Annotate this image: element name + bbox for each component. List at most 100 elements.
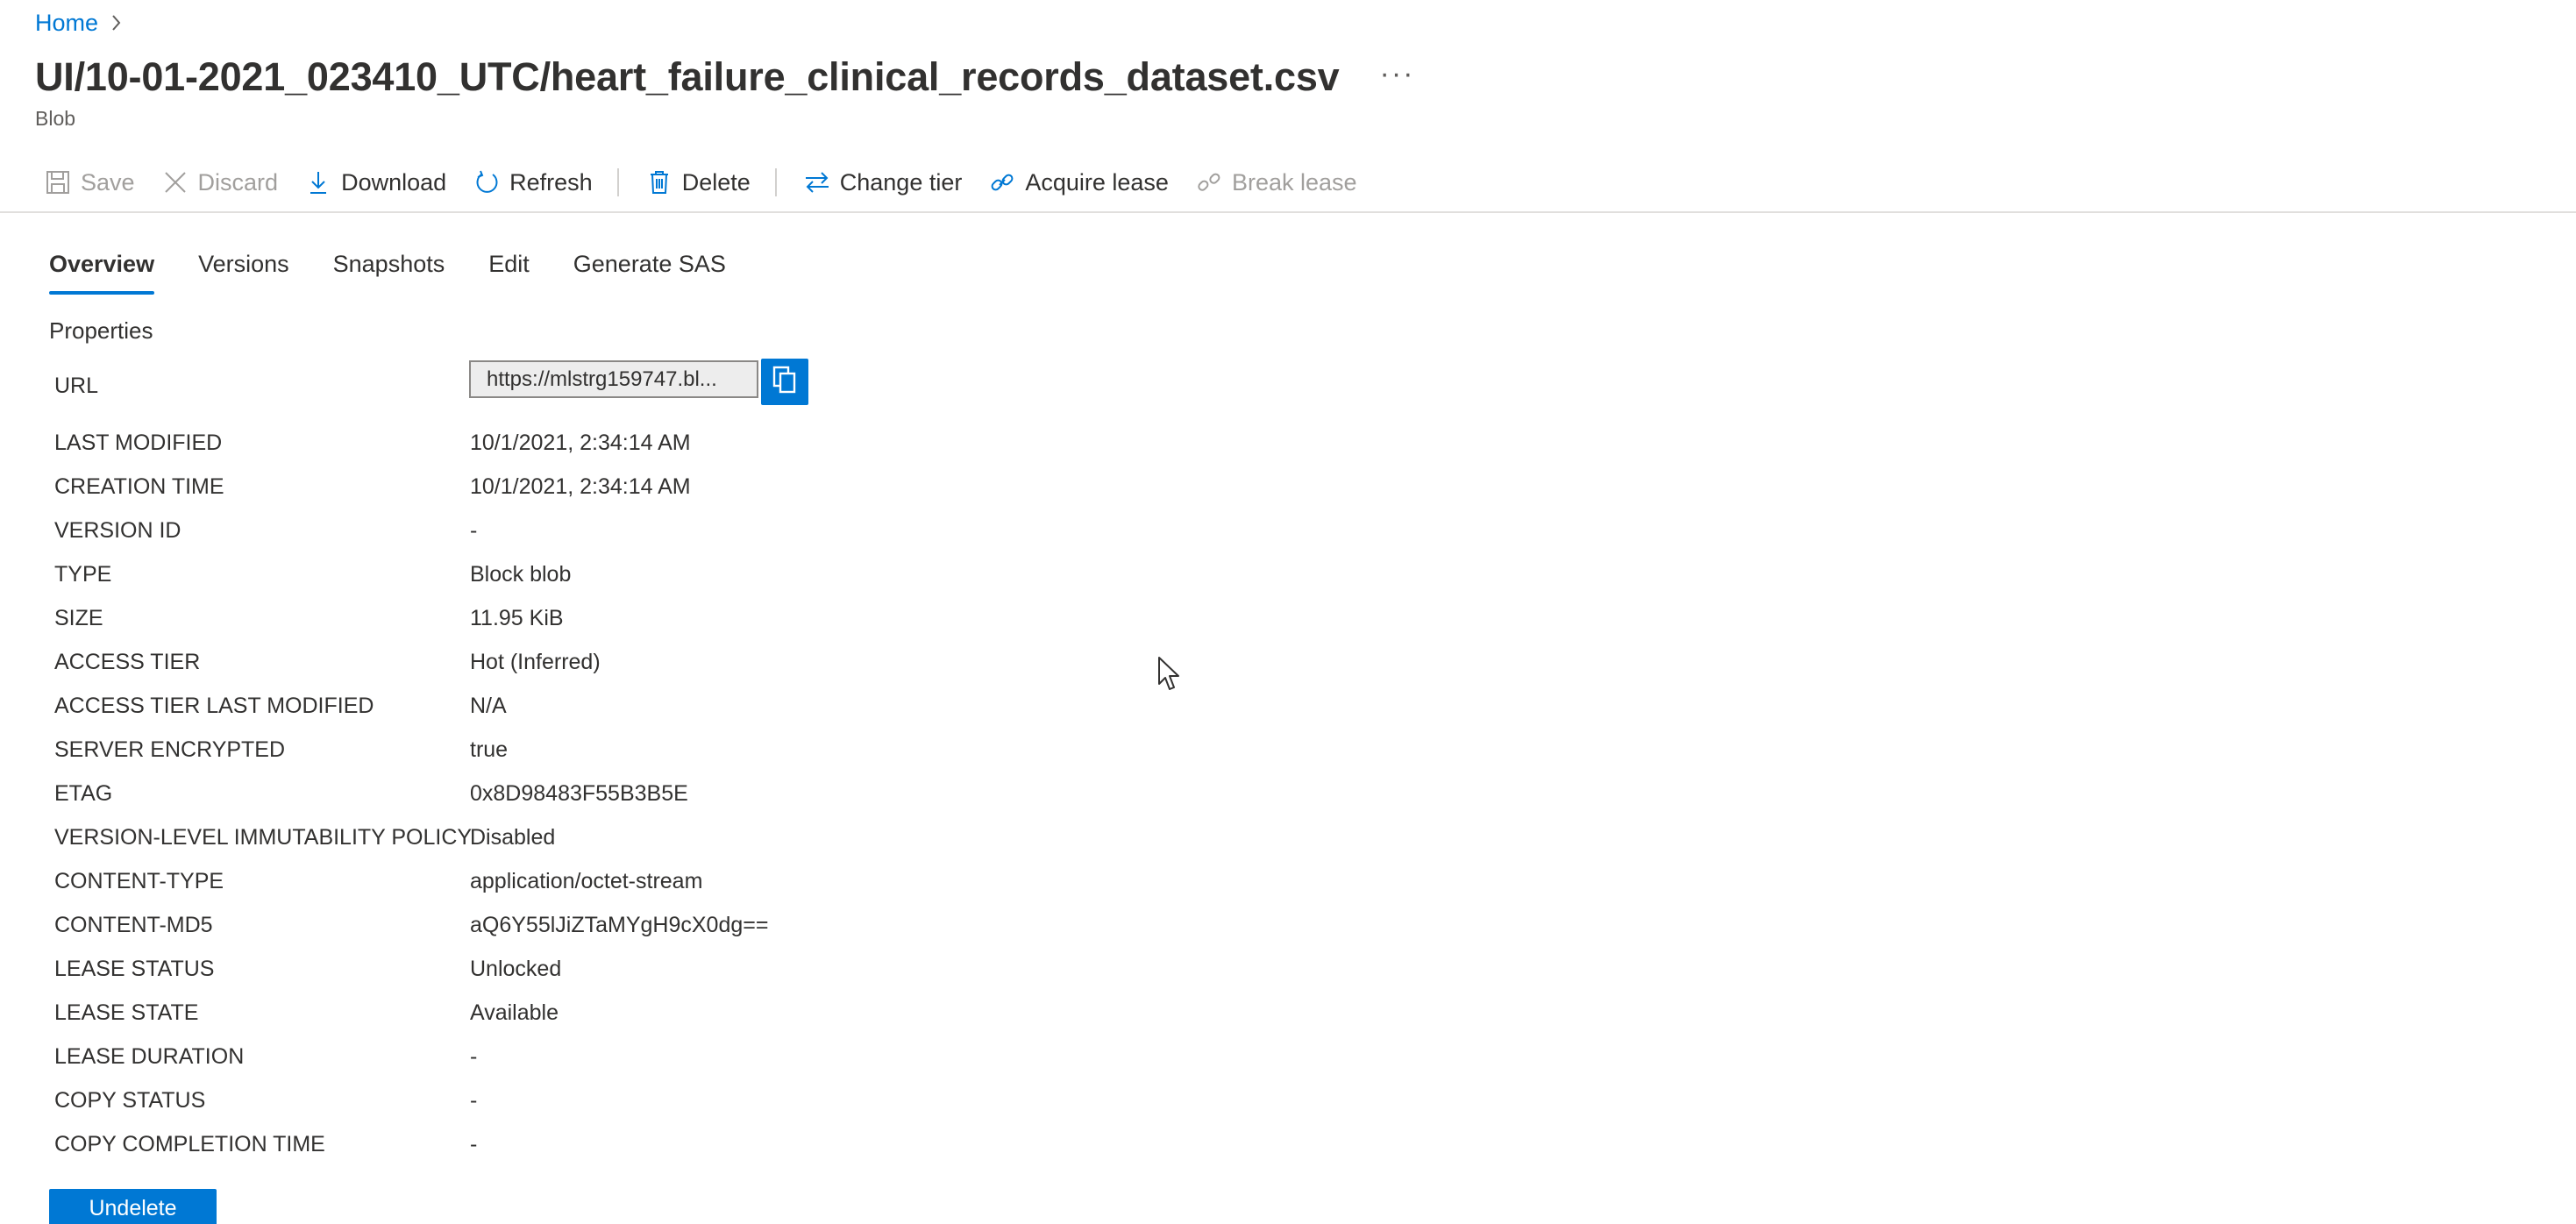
property-value: Disabled [470,824,556,850]
acquire-lease-icon [988,168,1016,196]
acquire-lease-label: Acquire lease [1025,168,1169,196]
property-row: ACCESS TIER Hot (Inferred) [54,640,768,684]
property-key: CREATION TIME [54,473,224,499]
tab-list: Overview Versions Snapshots Edit Generat… [49,247,770,295]
property-value: true [470,737,509,762]
url-label: URL [54,374,99,398]
breadcrumb-home-link[interactable]: Home [35,10,98,37]
property-key: ETAG [54,780,113,806]
save-label: Save [81,168,135,196]
toolbar-divider [774,168,777,196]
page-title: UI/10-01-2021_023410_UTC/heart_failure_c… [35,54,1340,99]
property-value: - [470,1131,478,1156]
property-key: LEASE STATE [54,1000,199,1025]
property-value: Available [470,1000,559,1025]
toolbar-divider-line [0,211,2576,213]
property-key: CONTENT-MD5 [54,912,213,937]
property-value: Hot (Inferred) [470,649,601,674]
property-value: 11.95 KiB [470,605,564,630]
property-row: LEASE STATE Available [54,991,768,1035]
property-value: Unlocked [470,956,562,981]
copy-icon [772,365,798,399]
tab-versions[interactable]: Versions [198,247,289,295]
property-key: ACCESS TIER [54,649,201,674]
breadcrumb: Home [35,7,123,39]
command-bar: Save Discard Download Refresh Delete Cha… [44,161,1384,203]
tab-edit[interactable]: Edit [488,247,530,295]
property-row: LAST MODIFIED 10/1/2021, 2:34:14 AM [54,421,768,465]
property-row: ACCESS TIER LAST MODIFIED N/A [54,684,768,728]
property-key: COPY STATUS [54,1087,206,1113]
tab-snapshots[interactable]: Snapshots [333,247,445,295]
property-key: COPY COMPLETION TIME [54,1131,325,1156]
property-key: ACCESS TIER LAST MODIFIED [54,693,374,718]
property-value: application/octet-stream [470,868,703,893]
refresh-button[interactable]: Refresh [473,161,593,203]
property-key: LEASE STATUS [54,956,215,981]
copy-to-clipboard-button[interactable] [761,359,808,405]
property-row: VERSION ID - [54,509,768,552]
property-value: 10/1/2021, 2:34:14 AM [470,473,691,499]
property-value: 10/1/2021, 2:34:14 AM [470,430,691,455]
property-row: SERVER ENCRYPTED true [54,728,768,772]
property-key: SIZE [54,605,103,630]
property-row: TYPE Block blob [54,552,768,596]
discard-icon [161,168,189,196]
property-key: LAST MODIFIED [54,430,223,455]
property-value: Block blob [470,561,572,587]
page-subtitle: Blob [35,107,76,130]
property-key: TYPE [54,561,112,587]
acquire-lease-button[interactable]: Acquire lease [988,161,1169,203]
discard-button[interactable]: Discard [161,161,279,203]
property-row: COPY STATUS - [54,1078,768,1122]
change-tier-icon [803,168,831,196]
property-row: CONTENT-TYPE application/octet-stream [54,859,768,903]
undelete-button[interactable]: Undelete [49,1189,217,1224]
property-key: LEASE DURATION [54,1043,245,1069]
delete-icon [645,168,673,196]
property-value: - [470,1087,478,1113]
tab-overview[interactable]: Overview [49,247,155,295]
download-label: Download [341,168,447,196]
save-icon [44,168,72,196]
property-key: VERSION-LEVEL IMMUTABILITY POLICY [54,824,473,850]
delete-button[interactable]: Delete [645,161,751,203]
properties-list: LAST MODIFIED 10/1/2021, 2:34:14 AM CREAT… [54,421,768,1166]
url-field[interactable]: https://mlstrg159747.bl... [469,360,758,398]
change-tier-button[interactable]: Change tier [803,161,963,203]
break-lease-label: Break lease [1231,168,1357,196]
break-lease-button[interactable]: Break lease [1195,161,1357,203]
property-row: CONTENT-MD5 aQ6Y55lJiZTaMYgH9cX0dg== [54,903,768,947]
property-value: aQ6Y55lJiZTaMYgH9cX0dg== [470,912,769,937]
property-key: CONTENT-TYPE [54,868,224,893]
save-button[interactable]: Save [44,161,135,203]
more-options-button[interactable]: ··· [1380,57,1415,91]
delete-label: Delete [681,168,751,196]
property-row: ETAG 0x8D98483F55B3B5E [54,772,768,815]
discard-label: Discard [197,168,279,196]
property-row: VERSION-LEVEL IMMUTABILITY POLICY Disable… [54,815,768,859]
property-row: LEASE DURATION - [54,1035,768,1078]
chevron-right-icon [110,13,123,32]
download-icon [304,168,332,196]
title-row: UI/10-01-2021_023410_UTC/heart_failure_c… [35,53,1414,102]
property-key: SERVER ENCRYPTED [54,737,286,762]
property-value: - [470,1043,478,1069]
property-row: COPY COMPLETION TIME - [54,1122,768,1166]
property-value: 0x8D98483F55B3B5E [470,780,688,806]
property-value: N/A [470,693,507,718]
mouse-cursor-icon [1157,656,1182,697]
property-key: VERSION ID [54,517,181,543]
break-lease-icon [1195,168,1223,196]
property-row: CREATION TIME 10/1/2021, 2:34:14 AM [54,465,768,509]
tab-generate-sas[interactable]: Generate SAS [573,247,726,295]
toolbar-divider [616,168,619,196]
property-value: - [470,517,478,543]
property-row: SIZE 11.95 KiB [54,596,768,640]
refresh-label: Refresh [509,168,593,196]
download-button[interactable]: Download [304,161,446,203]
change-tier-label: Change tier [839,168,963,196]
refresh-icon [473,168,501,196]
properties-heading: Properties [49,317,153,344]
property-row: LEASE STATUS Unlocked [54,947,768,991]
